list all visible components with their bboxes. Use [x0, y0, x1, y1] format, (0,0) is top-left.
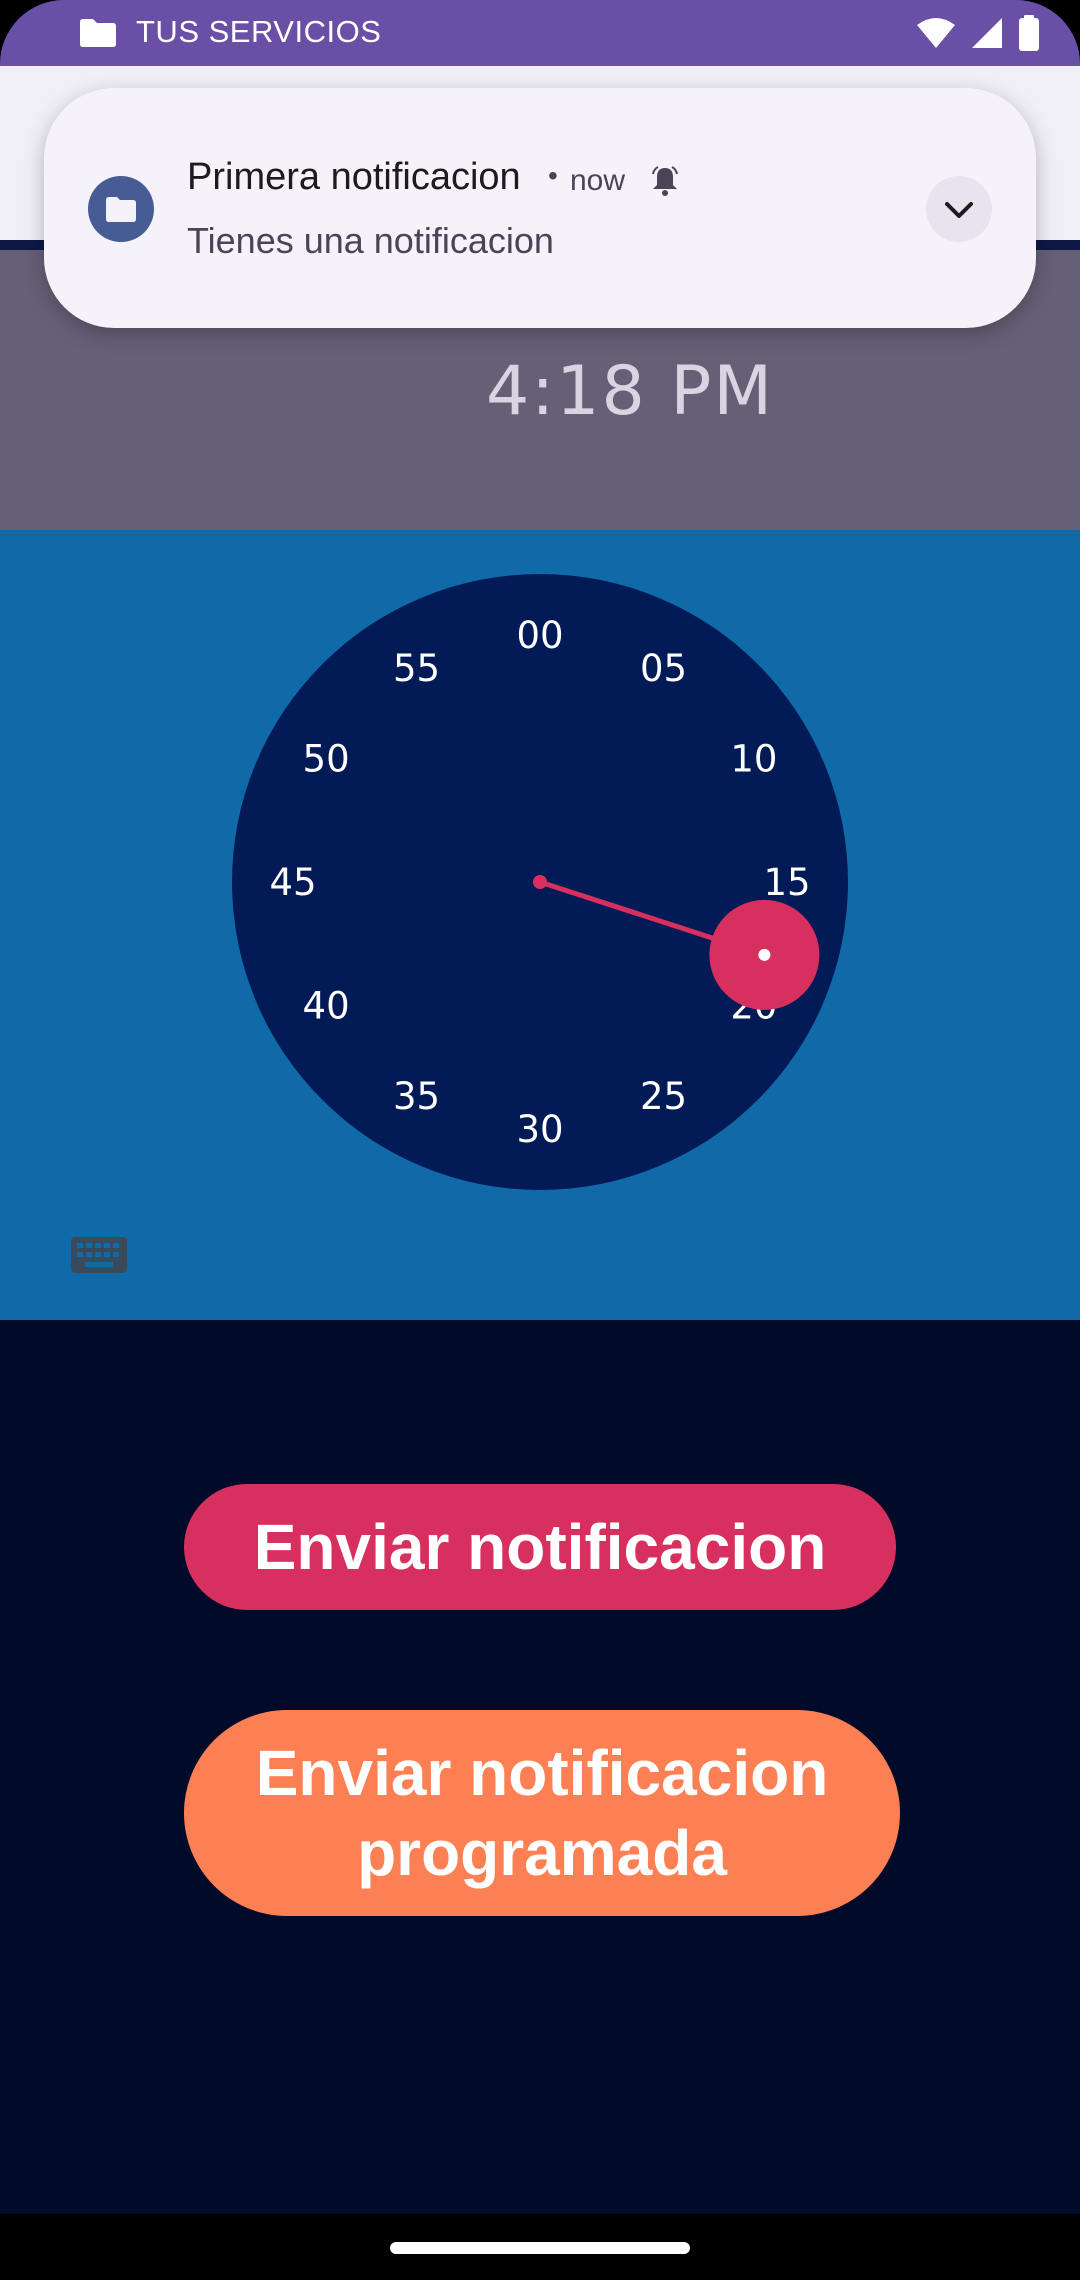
- notification-app-icon: [88, 176, 154, 242]
- send-notification-label: Enviar notificacion: [253, 1511, 827, 1583]
- minute-label[interactable]: 40: [303, 985, 350, 1028]
- minute-label[interactable]: 45: [269, 861, 316, 904]
- status-bar-title: TUS SERVICIOS: [136, 14, 382, 49]
- scheduled-label-line2: programada: [357, 1817, 727, 1889]
- minute-label[interactable]: 25: [640, 1075, 687, 1118]
- send-scheduled-notification-button[interactable]: Enviar notificacion programada: [184, 1710, 900, 1916]
- minute-label[interactable]: 55: [393, 647, 440, 690]
- minute-label[interactable]: 10: [730, 738, 777, 781]
- bell-icon: [652, 166, 678, 196]
- send-notification-button[interactable]: Enviar notificacion: [184, 1484, 896, 1610]
- minute-label[interactable]: 15: [763, 861, 810, 904]
- minute-label[interactable]: 35: [393, 1075, 440, 1118]
- status-icons: [916, 14, 1040, 52]
- expand-notification-button[interactable]: [926, 176, 992, 242]
- minute-label[interactable]: 30: [516, 1108, 563, 1151]
- notification-separator: •: [548, 160, 558, 191]
- signal-icon: [972, 18, 1002, 48]
- chevron-down-icon: [945, 202, 973, 218]
- minute-label[interactable]: 00: [516, 614, 563, 657]
- notification-text: Tienes una notificacion: [187, 220, 554, 261]
- wifi-icon: [917, 18, 955, 48]
- minute-label[interactable]: 50: [303, 738, 350, 781]
- minute-clock-dial[interactable]: 000510152025303540455055: [232, 574, 848, 1190]
- home-gesture-handle[interactable]: [390, 2242, 690, 2254]
- heads-up-notification[interactable]: Primera notificacion • now Tienes una no…: [44, 88, 1036, 328]
- folder-icon: [80, 19, 116, 47]
- notification-title: Primera notificacion: [187, 156, 521, 198]
- status-bar: TUS SERVICIOS: [0, 0, 1080, 66]
- scheduled-label-line1: Enviar notificacion: [255, 1737, 829, 1809]
- minute-label[interactable]: 05: [640, 647, 687, 690]
- clock-center-dot: [533, 875, 547, 889]
- keyboard-icon[interactable]: [70, 1236, 128, 1274]
- selected-time[interactable]: 4:18 PM: [486, 352, 774, 431]
- folder-icon: [106, 197, 136, 222]
- clock-selector-dot: [758, 948, 771, 961]
- notification-time: now: [570, 164, 626, 197]
- battery-icon: [1019, 15, 1039, 51]
- phone-screen: TUS SERVICIOS 4:18 PM 000510152025303540…: [0, 0, 1080, 2280]
